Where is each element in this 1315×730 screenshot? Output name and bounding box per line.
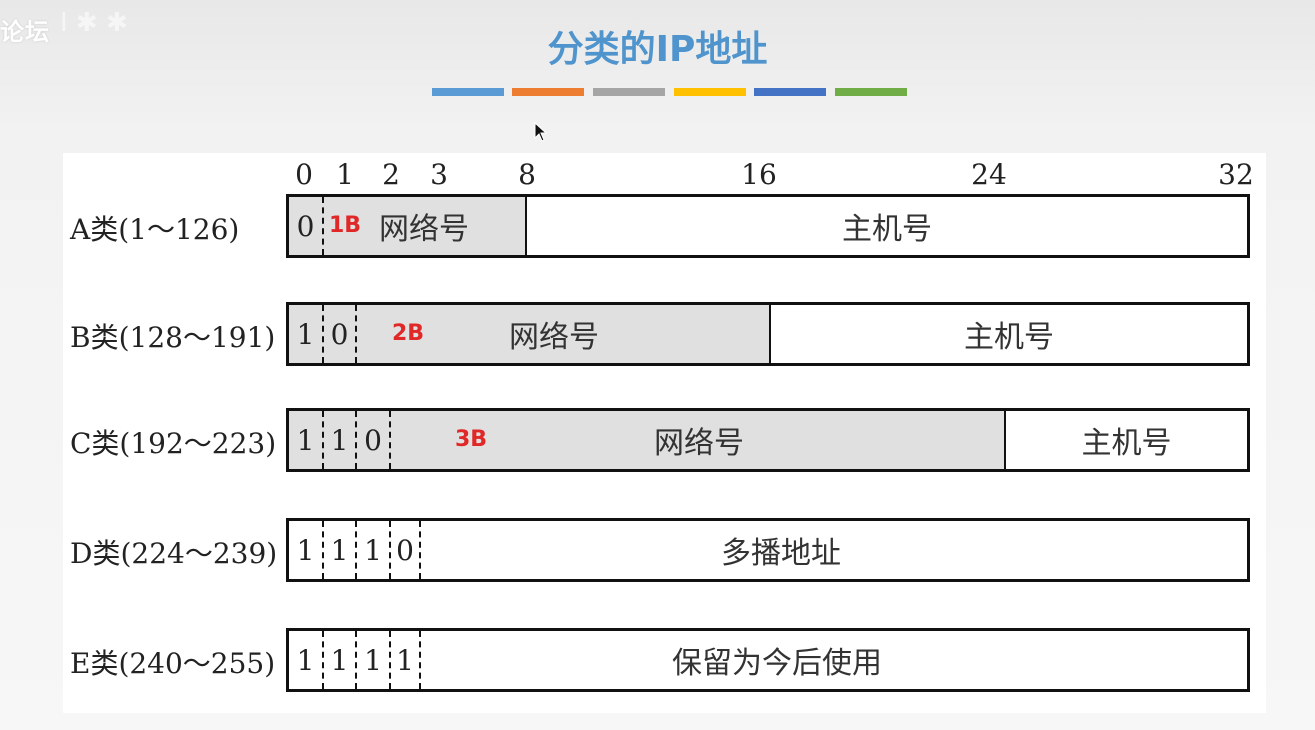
bit-position-1: 1 — [336, 158, 354, 191]
bit-position-0: 0 — [295, 158, 313, 191]
leading-bit-1: 1 — [296, 533, 315, 567]
color-bar-segment-6 — [835, 88, 907, 96]
network-id-field: 网络号 — [379, 212, 469, 247]
class-b-address-box: 1 0 2B 网络号 主机号 — [286, 302, 1250, 366]
bit-position-32: 32 — [1218, 158, 1254, 191]
leading-bit-4: 0 — [396, 533, 414, 567]
leading-bit-1: 1 — [296, 317, 315, 351]
bit-divider — [389, 411, 391, 469]
leading-bit-3: 1 — [364, 643, 382, 677]
leading-bit-4: 1 — [396, 643, 414, 677]
color-bar-segment-5 — [754, 88, 826, 96]
leading-bit-1: 1 — [296, 423, 315, 457]
byte-count-label: 3B — [455, 427, 488, 452]
slide-title: 分类的IP地址 — [547, 29, 768, 70]
byte-count-label: 1B — [329, 213, 362, 238]
color-bar-segment-2 — [512, 88, 584, 96]
host-id-field: 主机号 — [964, 320, 1054, 355]
bit-position-3: 3 — [430, 158, 448, 191]
mouse-pointer-icon — [534, 122, 548, 142]
leading-bit-2: 1 — [330, 423, 349, 457]
multicast-address-field: 多播地址 — [721, 536, 841, 571]
byte-count-label: 2B — [392, 321, 425, 346]
color-bar-segment-4 — [674, 88, 746, 96]
bit-divider — [322, 197, 324, 255]
color-bar-segment-1 — [432, 88, 504, 96]
leading-bit-2: 0 — [330, 317, 349, 351]
class-e-label: E类(240～255) — [70, 647, 276, 680]
class-b-label: B类(128～191) — [70, 321, 276, 354]
class-c-label: C类(192～223) — [70, 427, 277, 460]
leading-bit-2: 1 — [330, 533, 349, 567]
bit-position-24: 24 — [971, 158, 1007, 191]
leading-bit-0: 0 — [296, 209, 315, 243]
host-id-field: 主机号 — [1081, 426, 1172, 461]
bit-position-2: 2 — [382, 158, 400, 191]
color-bar-segment-3 — [593, 88, 665, 96]
class-a-address-box: 0 1B 网络号 主机号 — [286, 194, 1250, 258]
class-d-label: D类(224～239) — [70, 537, 278, 570]
network-id-field: 网络号 — [654, 426, 744, 461]
leading-bit-3: 0 — [364, 423, 382, 457]
class-e-address-box: 1 1 1 1 保留为今后使用 — [286, 628, 1250, 692]
class-d-address-box: 1 1 1 0 多播地址 — [286, 518, 1250, 582]
class-a-label: A类(1～126) — [70, 213, 240, 246]
reserved-field: 保留为今后使用 — [672, 646, 882, 681]
bit-divider — [355, 305, 357, 363]
class-c-address-box: 1 1 0 3B 网络号 主机号 — [286, 408, 1250, 472]
host-id-field: 主机号 — [842, 212, 932, 247]
leading-bit-1: 1 — [296, 643, 315, 677]
leading-bit-3: 1 — [364, 533, 382, 567]
leading-bit-2: 1 — [330, 643, 349, 677]
bit-position-16: 16 — [741, 158, 777, 191]
bit-position-8: 8 — [518, 158, 536, 191]
network-id-field: 网络号 — [509, 320, 599, 355]
